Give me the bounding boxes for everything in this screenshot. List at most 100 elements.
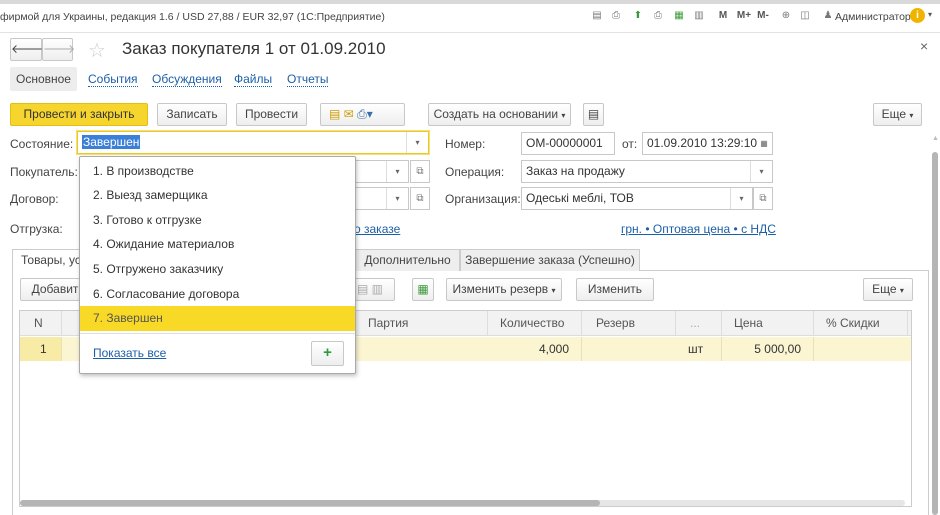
zoom-icon[interactable]: ⊕ bbox=[780, 10, 792, 22]
scrollbar-thumb[interactable] bbox=[20, 500, 600, 506]
column-n[interactable]: N bbox=[20, 311, 62, 336]
document-icon[interactable]: ▤ bbox=[329, 107, 340, 121]
user-icon: ♟ bbox=[823, 10, 833, 21]
horizontal-scrollbar[interactable] bbox=[20, 500, 905, 506]
number-field[interactable]: ОМ-00000001 bbox=[521, 132, 615, 155]
dropdown-item[interactable]: 6. Согласование договора bbox=[80, 282, 355, 307]
date-field[interactable]: 01.09.2010 13:29:10 ▦ bbox=[642, 132, 773, 155]
organization-value: Одеські меблі, ТОВ bbox=[526, 191, 634, 205]
dropdown-icon[interactable]: ▾ bbox=[730, 188, 752, 209]
date-label: от: bbox=[622, 137, 638, 151]
tab-reports[interactable]: Отчеты bbox=[287, 72, 329, 87]
chevron-down-icon: ▾ bbox=[909, 111, 914, 120]
post-button[interactable]: Провести bbox=[236, 103, 307, 126]
change-reserve-button[interactable]: Изменить резерв ▾ bbox=[446, 278, 562, 301]
show-all-link[interactable]: Показать все bbox=[93, 346, 166, 360]
tab-files[interactable]: Файлы bbox=[234, 72, 273, 87]
more-button[interactable]: Еще ▾ bbox=[873, 103, 922, 126]
state-field[interactable]: Завершен ▾ bbox=[77, 131, 429, 154]
more-label: Еще bbox=[881, 107, 907, 121]
column-quantity[interactable]: Количество bbox=[488, 311, 582, 336]
state-value: Завершен bbox=[82, 135, 141, 149]
chevron-down-icon: ▾ bbox=[551, 286, 556, 295]
dropdown-icon[interactable]: ▾ bbox=[750, 161, 772, 182]
print-icon[interactable]: ⎙ bbox=[610, 10, 622, 22]
structure-icon[interactable]: ▤ bbox=[583, 103, 604, 126]
dropdown-item[interactable]: 1. В производстве bbox=[80, 159, 355, 184]
star-icon[interactable]: ☆ bbox=[88, 38, 106, 63]
table-more-button[interactable]: Еще ▾ bbox=[863, 278, 913, 301]
user-name[interactable]: Администратор bbox=[835, 11, 911, 23]
organization-field[interactable]: Одеські меблі, ТОВ ▾ bbox=[521, 187, 753, 210]
scroll-up-icon[interactable]: ▲ bbox=[932, 135, 939, 142]
calendar-icon[interactable]: ▦ bbox=[756, 133, 772, 154]
dropdown-item[interactable]: 3. Готово к отгрузке bbox=[80, 208, 355, 233]
memory-m-button[interactable]: M bbox=[717, 10, 729, 22]
operation-label: Операция: bbox=[445, 165, 505, 179]
add-new-button[interactable]: + bbox=[311, 341, 344, 366]
dropdown-icon[interactable]: ▾ bbox=[406, 132, 428, 153]
dropdown-item[interactable]: 2. Выезд замерщика bbox=[80, 183, 355, 208]
open-icon[interactable]: ⧉ bbox=[753, 187, 773, 210]
tab-additional[interactable]: Дополнительно bbox=[355, 249, 460, 271]
excel-icon[interactable]: ▦ bbox=[412, 278, 434, 301]
price-settings-link[interactable]: грн. • Оптовая цена • с НДС bbox=[621, 222, 776, 236]
forward-button[interactable]: 🡒 bbox=[42, 38, 75, 61]
tab-discussions[interactable]: Обсуждения bbox=[152, 72, 222, 87]
column-discount[interactable]: % Скидки bbox=[814, 311, 908, 336]
upload-icon[interactable]: ⬆ bbox=[632, 10, 644, 22]
change-reserve-label: Изменить резерв bbox=[452, 282, 549, 296]
chevron-down-icon: ▾ bbox=[561, 111, 566, 120]
chevron-down-icon[interactable]: ▾ bbox=[928, 10, 932, 19]
info-icon[interactable]: i bbox=[910, 8, 925, 23]
print-icon[interactable]: ⎙▾ bbox=[357, 107, 373, 121]
dropdown-item-selected[interactable]: 7. Завершен bbox=[80, 306, 355, 331]
buyer-label: Покупатель: bbox=[10, 165, 78, 179]
divider bbox=[80, 333, 355, 334]
print-preview-icon[interactable]: ⎙ bbox=[652, 10, 664, 22]
column-unit[interactable]: ... bbox=[676, 311, 722, 336]
date-value: 01.09.2010 13:29:10 bbox=[647, 136, 758, 150]
post-and-close-button[interactable]: Провести и закрыть bbox=[10, 103, 148, 126]
dropdown-icon[interactable]: ▾ bbox=[386, 161, 408, 182]
organization-label: Организация: bbox=[445, 192, 521, 206]
open-icon[interactable]: ⧉ bbox=[410, 187, 430, 210]
chevron-down-icon: ▾ bbox=[899, 286, 904, 295]
tab-main[interactable]: Основное bbox=[10, 67, 77, 91]
open-icon[interactable]: ⧉ bbox=[410, 160, 430, 183]
operation-value: Заказ на продажу bbox=[526, 164, 625, 178]
column-price[interactable]: Цена bbox=[722, 311, 814, 336]
memory-plus-button[interactable]: M+ bbox=[735, 10, 753, 22]
panel-icon[interactable]: ◫ bbox=[799, 10, 811, 22]
cell-quantity[interactable]: 4,000 bbox=[488, 337, 582, 361]
dropdown-item[interactable]: 5. Отгружено заказчику bbox=[80, 257, 355, 282]
mail-icon[interactable]: ✉ bbox=[344, 107, 354, 121]
cell-unit[interactable]: шт bbox=[676, 337, 722, 361]
order-info-link[interactable]: о заказе bbox=[354, 222, 400, 236]
dropdown-icon[interactable]: ▾ bbox=[386, 188, 408, 209]
contract-label: Договор: bbox=[10, 192, 59, 206]
column-batch[interactable]: Партия bbox=[355, 311, 488, 336]
icon-group: ▤ ✉ ⎙▾ bbox=[320, 103, 405, 126]
cell-n: 1 bbox=[20, 337, 62, 361]
close-button[interactable]: × bbox=[920, 38, 928, 54]
vertical-scrollbar[interactable] bbox=[932, 152, 938, 515]
save-icon[interactable]: ▤ bbox=[591, 10, 603, 22]
create-based-label: Создать на основании bbox=[433, 107, 559, 121]
create-based-on-button[interactable]: Создать на основании ▾ bbox=[428, 103, 571, 126]
calendar-icon[interactable]: ▥ bbox=[693, 10, 705, 22]
back-button[interactable]: 🡐 bbox=[10, 38, 43, 61]
write-button[interactable]: Записать bbox=[157, 103, 227, 126]
tab-events[interactable]: События bbox=[88, 72, 138, 87]
tab-completion[interactable]: Завершение заказа (Успешно) bbox=[460, 249, 640, 271]
column-reserve[interactable]: Резерв bbox=[582, 311, 676, 336]
dropdown-item[interactable]: 4. Ожидание материалов bbox=[80, 232, 355, 257]
change-button[interactable]: Изменить bbox=[576, 278, 654, 301]
more-label: Еще bbox=[872, 282, 897, 296]
page-title: Заказ покупателя 1 от 01.09.2010 bbox=[122, 39, 386, 58]
number-label: Номер: bbox=[445, 137, 486, 151]
memory-minus-button[interactable]: M- bbox=[755, 10, 771, 22]
cell-price[interactable]: 5 000,00 bbox=[722, 337, 814, 361]
operation-field[interactable]: Заказ на продажу ▾ bbox=[521, 160, 773, 183]
calculator-icon[interactable]: ▦ bbox=[673, 10, 685, 22]
